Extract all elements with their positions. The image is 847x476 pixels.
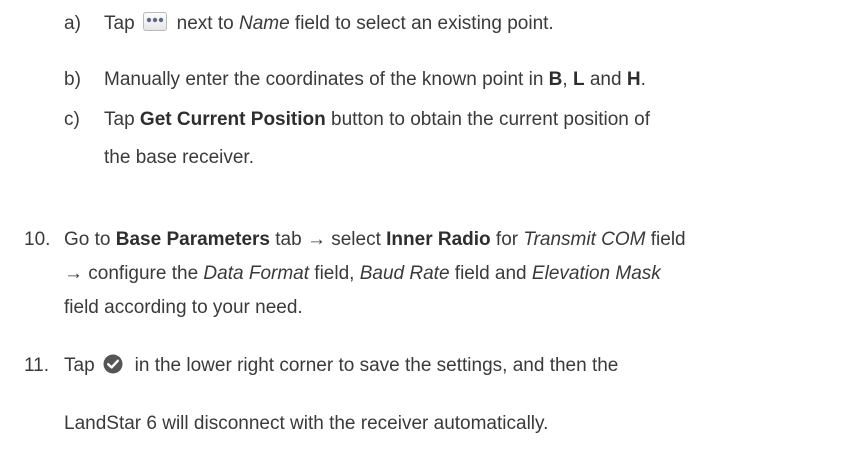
- sep: ,: [562, 69, 573, 90]
- transmit-com-ref: Transmit COM: [523, 229, 646, 250]
- inner-radio-ref: Inner Radio: [386, 229, 491, 250]
- step-a-text: Tap next to Name field to select an exist…: [104, 12, 554, 36]
- more-dots-icon: [142, 12, 167, 31]
- go-to: Go to: [64, 229, 116, 250]
- step-10-line2: → configure the Data Format field, Baud …: [64, 262, 661, 286]
- step-11-line1: Tap in the lower right corner to save the…: [64, 354, 618, 378]
- step-11-marker: 11.: [24, 355, 50, 376]
- step-a-tap: Tap: [104, 13, 135, 34]
- step-a-next-to: next to: [176, 13, 239, 34]
- name-field-ref: Name: [238, 13, 290, 34]
- step-b-text: Manually enter the coordinates of the kn…: [104, 68, 646, 92]
- step-b-intro: Manually enter the coordinates of the kn…: [104, 69, 549, 90]
- baud-rate-ref: Baud Rate: [359, 263, 450, 284]
- coord-l: L: [572, 69, 585, 90]
- step-10-line1: Go to Base Parameters tab → select Inner…: [64, 228, 686, 252]
- and-word: and: [584, 69, 627, 90]
- coord-h: H: [626, 69, 641, 90]
- step-11-tap: Tap: [64, 355, 95, 376]
- step-10-marker: 10.: [24, 229, 51, 250]
- tab-select: tab → select: [269, 229, 387, 250]
- step-a-rest: field to select an existing point.: [289, 13, 554, 34]
- step-c-text: Tap Get Current Position button to obtai…: [104, 108, 650, 132]
- elevation-mask-ref: Elevation Mask: [531, 263, 661, 284]
- coord-b: B: [548, 69, 563, 90]
- step-b-marker: b): [64, 69, 81, 90]
- step-10-line3: field according to your need.: [64, 297, 303, 318]
- step-c-marker: c): [64, 109, 80, 130]
- configure-text: → configure the: [64, 263, 204, 284]
- step-11-line2: LandStar 6 will disconnect with the rece…: [64, 413, 549, 434]
- step-c-tap: Tap: [104, 109, 140, 130]
- data-format-ref: Data Format: [203, 263, 310, 284]
- step-11-rest: in the lower right corner to save the se…: [134, 355, 619, 376]
- step-c-line2: the base receiver.: [104, 147, 254, 168]
- field-word: field: [645, 229, 686, 250]
- base-parameters-ref: Base Parameters: [115, 229, 270, 250]
- for-word: for: [490, 229, 524, 250]
- step-a-marker: a): [64, 13, 81, 34]
- check-circle-icon: [103, 354, 123, 374]
- field-and: field and: [449, 263, 532, 284]
- get-current-position-ref: Get Current Position: [139, 109, 326, 130]
- field-comma: field,: [309, 263, 360, 284]
- period: .: [640, 69, 646, 90]
- step-c-rest: button to obtain the current position of: [325, 109, 650, 130]
